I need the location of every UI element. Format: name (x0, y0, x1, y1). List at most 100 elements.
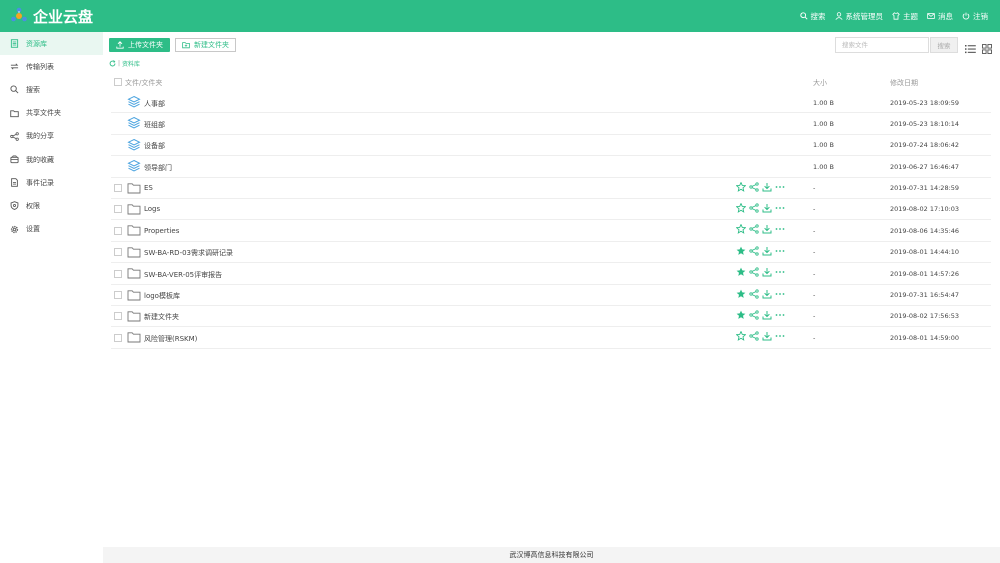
search-button[interactable]: 搜索 (930, 37, 958, 53)
table-row[interactable]: 领导部门 1.00 B 2019-06-27 16:46:47 (111, 156, 991, 178)
star-icon[interactable] (735, 330, 747, 343)
more-icon[interactable] (775, 331, 785, 343)
topnav-messages[interactable]: 消息 (927, 11, 953, 22)
download-icon[interactable] (762, 289, 772, 301)
list-view-icon[interactable] (965, 39, 976, 58)
table-row[interactable]: logo模板库 - 2019-07-31 16:54:47 (111, 285, 991, 306)
file-name[interactable]: 领导部门 (144, 163, 172, 173)
star-icon[interactable] (735, 202, 747, 215)
star-icon[interactable] (735, 181, 747, 194)
table-row[interactable]: SW-BA-RD-03需求调研记录 - 2019-08-01 14:44:10 (111, 242, 991, 264)
sidebar-item-transfers[interactable]: 传输列表 (0, 55, 103, 78)
grid-view-icon[interactable] (982, 39, 992, 58)
sidebar-item-library[interactable]: 资源库 (0, 32, 103, 56)
table-row[interactable]: 设备部 1.00 B 2019-07-24 18:06:42 (111, 135, 991, 157)
star-filled-icon[interactable] (736, 310, 746, 322)
topnav-user[interactable]: 系统管理员 (834, 11, 884, 22)
table-row[interactable]: 班组部 1.00 B 2019-05-23 18:10:14 (111, 113, 991, 135)
sidebar-item-permissions[interactable]: 权限 (0, 194, 103, 217)
file-name[interactable]: SW-BA-VER-05评审报告 (144, 270, 222, 280)
share-icon[interactable] (749, 267, 759, 279)
column-header-date[interactable]: 修改日期 (890, 78, 918, 88)
logo[interactable]: 企业云盘 (10, 6, 93, 27)
topnav-theme[interactable]: 主题 (892, 11, 918, 22)
download-icon[interactable] (762, 267, 772, 279)
more-icon[interactable] (775, 267, 785, 279)
file-name[interactable]: logo模板库 (144, 291, 180, 301)
share-icon[interactable] (749, 310, 759, 322)
sidebar-item-settings[interactable]: 设置 (0, 218, 103, 241)
file-name[interactable]: 新建文件夹 (144, 312, 179, 322)
table-row[interactable]: Logs - 2019-08-02 17:10:03 (111, 199, 991, 221)
new-folder-button[interactable]: 新建文件夹 (175, 38, 236, 52)
upload-icon (116, 41, 124, 49)
share-icon[interactable] (749, 331, 759, 343)
file-size: - (813, 291, 816, 300)
breadcrumb-link[interactable]: 资料库 (122, 59, 140, 68)
refresh-icon[interactable] (109, 60, 116, 67)
share-icon[interactable] (749, 288, 759, 301)
share-icon[interactable] (749, 181, 759, 194)
row-actions (736, 246, 785, 258)
table-row[interactable]: ES - 2019-07-31 14:28:59 (111, 178, 991, 199)
topnav-label: 系统管理员 (845, 11, 884, 21)
sidebar-item-my-collection[interactable]: 我的收藏 (0, 148, 103, 171)
star-filled-icon[interactable] (736, 289, 746, 301)
sidebar-item-my-shares[interactable]: 我的分享 (0, 125, 103, 148)
search-input[interactable] (835, 37, 929, 53)
star-icon[interactable] (735, 223, 747, 236)
file-size: - (813, 184, 816, 193)
file-name[interactable]: 人事部 (144, 99, 165, 109)
table-row[interactable]: 风险管理(RSKM) - 2019-08-01 14:59:00 (111, 327, 991, 349)
download-icon[interactable] (762, 246, 772, 258)
row-checkbox[interactable] (114, 312, 122, 321)
share-icon[interactable] (749, 246, 759, 258)
more-icon[interactable] (775, 182, 785, 194)
table-row[interactable]: 人事部 1.00 B 2019-05-23 18:09:59 (111, 92, 991, 114)
file-name[interactable]: Properties (144, 227, 179, 235)
column-header-name[interactable]: 文件/文件夹 (125, 78, 162, 88)
more-icon[interactable] (775, 224, 785, 236)
star-filled-icon[interactable] (736, 246, 746, 258)
search-icon (10, 85, 19, 94)
row-checkbox[interactable] (114, 269, 122, 278)
download-icon[interactable] (762, 203, 772, 215)
topnav-logout[interactable]: 注销 (962, 11, 988, 22)
sidebar-item-label: 事件记录 (26, 178, 54, 187)
row-checkbox[interactable] (114, 205, 122, 214)
file-name[interactable]: Logs (144, 205, 160, 213)
sidebar-item-shared-folders[interactable]: 共享文件夹 (0, 102, 103, 125)
table-row[interactable]: Properties - 2019-08-06 14:35:46 (111, 220, 991, 242)
column-header-size[interactable]: 大小 (813, 78, 827, 88)
more-icon[interactable] (775, 203, 785, 215)
table-row[interactable]: SW-BA-VER-05评审报告 - 2019-08-01 14:57:26 (111, 263, 991, 285)
download-icon[interactable] (762, 182, 772, 194)
file-name[interactable]: 设备部 (144, 141, 165, 151)
file-size: 1.00 B (813, 162, 834, 171)
topnav-search[interactable]: 搜索 (799, 11, 826, 22)
more-icon[interactable] (775, 289, 785, 301)
file-name[interactable]: 风险管理(RSKM) (144, 334, 197, 344)
star-filled-icon[interactable] (736, 267, 746, 279)
share-icon[interactable] (749, 203, 759, 215)
row-checkbox[interactable] (114, 226, 122, 235)
row-checkbox[interactable] (114, 248, 122, 257)
row-checkbox[interactable] (114, 291, 122, 300)
download-icon[interactable] (762, 224, 772, 236)
more-icon[interactable] (775, 246, 785, 258)
file-name[interactable]: ES (144, 184, 153, 192)
select-all-checkbox[interactable] (114, 78, 122, 86)
file-name[interactable]: 班组部 (144, 120, 165, 130)
gear-icon (10, 225, 19, 233)
file-name[interactable]: SW-BA-RD-03需求调研记录 (144, 248, 233, 258)
sidebar-item-event-log[interactable]: 事件记录 (0, 171, 103, 194)
upload-folder-button[interactable]: 上传文件夹 (109, 38, 170, 52)
share-icon[interactable] (749, 224, 759, 236)
table-row[interactable]: 新建文件夹 - 2019-08-02 17:56:53 (111, 306, 991, 328)
row-checkbox[interactable] (114, 333, 122, 342)
sidebar-item-search[interactable]: 搜索 (0, 78, 103, 101)
download-icon[interactable] (762, 310, 772, 322)
more-icon[interactable] (775, 310, 785, 322)
row-checkbox[interactable] (114, 184, 122, 193)
download-icon[interactable] (762, 331, 772, 343)
